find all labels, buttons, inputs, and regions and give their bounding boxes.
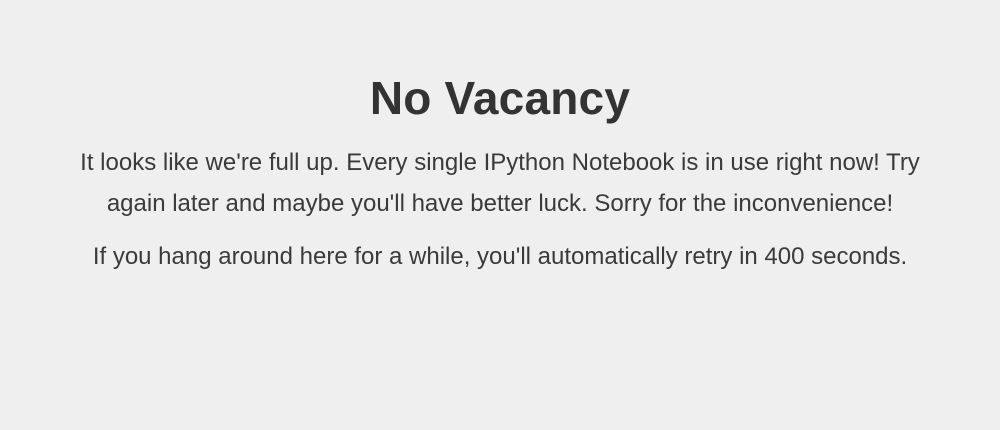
page-title: No Vacancy [369,72,631,124]
retry-message: If you hang around here for a while, you… [92,243,908,270]
no-vacancy-page: No Vacancy It looks like we're full up. … [0,0,1000,430]
capacity-message: It looks like we're full up. Every singl… [80,149,920,217]
